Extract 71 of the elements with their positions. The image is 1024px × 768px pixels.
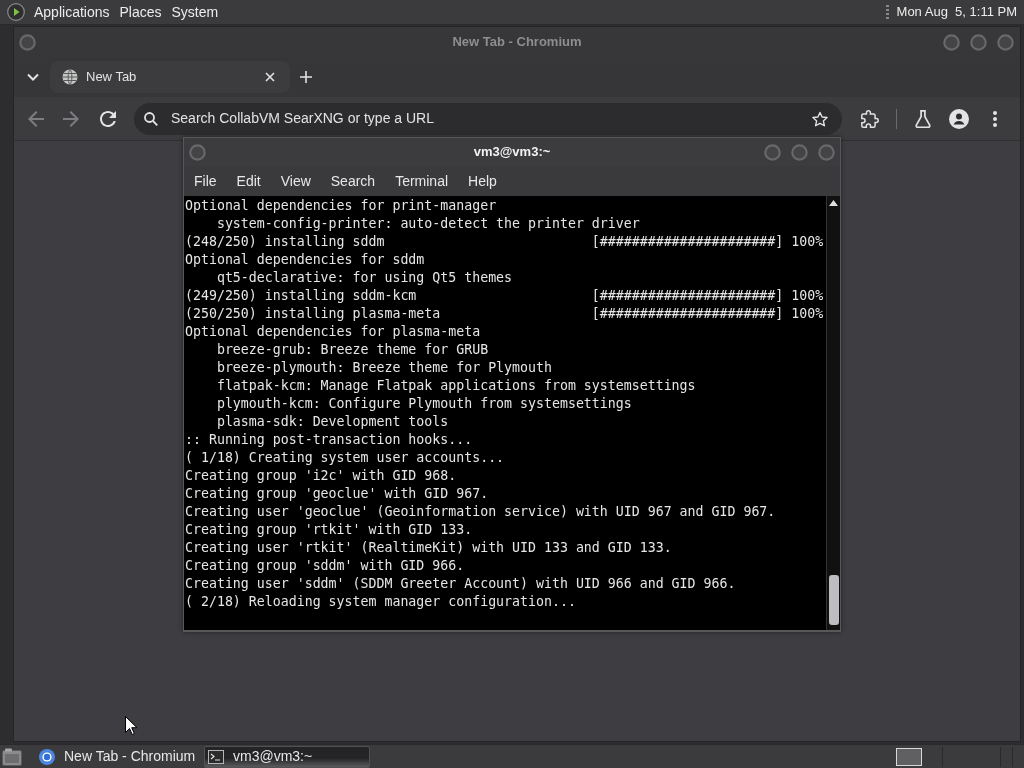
menu-icon bbox=[993, 110, 997, 127]
panel-menu[interactable]: Applications bbox=[29, 1, 115, 23]
browser-icon bbox=[39, 748, 55, 765]
menu-item[interactable]: Terminal bbox=[385, 170, 459, 192]
ring-icon bbox=[790, 143, 808, 161]
menu-item[interactable]: File bbox=[184, 170, 227, 192]
puzzle-icon bbox=[861, 109, 879, 128]
terminal-line: Creating group 'geoclue' with GID 967. bbox=[185, 485, 490, 503]
terminal-line: Creating group 'i2c' with GID 968. bbox=[185, 467, 458, 485]
terminal-line: ( 1/18) Creating system user accounts... bbox=[185, 449, 506, 467]
terminal-line: (248/250) installing sddm [######################] 100% bbox=[185, 233, 825, 251]
address-bar[interactable]: Search CollabVM SearXNG or type a URL bbox=[134, 102, 842, 135]
forward-arrow-icon bbox=[63, 110, 79, 127]
terminal-line: Optional dependencies for print-manager bbox=[185, 197, 498, 215]
ring-icon bbox=[18, 33, 36, 51]
play-circle-icon bbox=[7, 3, 25, 21]
terminal-line: Creating user 'geoclue' (Geoinformation service) with UID 967 and GID 967. bbox=[185, 503, 777, 521]
taskbar-button[interactable]: vm3@vm3:~ bbox=[204, 745, 370, 768]
terminal-line: Creating user 'rtkit' (RealtimeKit) with UID 133 and GID 133. bbox=[185, 539, 673, 557]
clock[interactable]: Mon Aug 5, 1:11 PM bbox=[888, 2, 1017, 22]
terminal-line: plymouth-kcm: Configure Plymouth from systemsettings bbox=[215, 395, 633, 413]
reload-icon bbox=[100, 110, 116, 127]
menu-item[interactable]: Search bbox=[320, 170, 386, 192]
window-title: New Tab - Chromium bbox=[451, 33, 583, 52]
terminal-line: breeze-plymouth: Breeze theme for Plymouth bbox=[215, 359, 553, 377]
ring-icon bbox=[817, 143, 835, 161]
window-title: vm3@vm3:~ bbox=[472, 143, 552, 162]
ring-icon bbox=[942, 33, 960, 51]
plus-icon bbox=[300, 71, 312, 83]
panel-menu[interactable]: Places bbox=[114, 1, 167, 23]
star-icon bbox=[812, 110, 828, 127]
menu-item[interactable]: Help bbox=[458, 170, 507, 192]
browser-tab[interactable]: New Tab bbox=[50, 61, 290, 93]
taskbar-button[interactable]: New Tab - Chromium bbox=[35, 745, 200, 768]
scrollbar[interactable] bbox=[826, 196, 840, 630]
panel-menu[interactable]: System bbox=[166, 1, 224, 23]
search-icon bbox=[144, 111, 158, 126]
menu-item[interactable]: View bbox=[270, 170, 321, 192]
terminal-icon bbox=[208, 749, 224, 764]
terminal-line: Optional dependencies for plasma-meta bbox=[185, 323, 482, 341]
menu-item[interactable]: Edit bbox=[226, 170, 271, 192]
terminal-line: plasma-sdk: Development tools bbox=[215, 413, 450, 431]
chevron-down-icon bbox=[27, 73, 39, 81]
terminal-line: Optional dependencies for sddm bbox=[185, 251, 426, 269]
folder-icon bbox=[2, 747, 22, 766]
ring-icon bbox=[763, 143, 781, 161]
terminal-line: flatpak-kcm: Manage Flatpak applications from systemsettings bbox=[215, 377, 697, 395]
terminal-line: (250/250) installing plasma-meta [######################] 100% bbox=[185, 305, 825, 323]
terminal-line: system-config-printer: auto-detect the printer driver bbox=[215, 215, 641, 233]
back-arrow-icon bbox=[28, 110, 44, 127]
ring-icon bbox=[969, 33, 987, 51]
terminal-line: ( 2/18) Reloading system manager configuration... bbox=[185, 593, 577, 611]
workspace-icon bbox=[896, 747, 922, 766]
terminal-line: Creating group 'rtkit' with GID 133. bbox=[185, 521, 474, 539]
terminal-line: Creating user 'sddm' (SDDM Greeter Account) with UID 966 and GID 966. bbox=[185, 575, 737, 593]
flask-icon bbox=[915, 109, 931, 128]
scroll-up-arrow-icon bbox=[829, 200, 838, 206]
ring-icon bbox=[188, 143, 206, 161]
ring-icon bbox=[996, 33, 1014, 51]
terminal-line: :: Running post-transaction hooks... bbox=[185, 431, 474, 449]
mouse-pointer-icon bbox=[125, 716, 137, 735]
terminal-line: breeze-grub: Breeze theme for GRUB bbox=[215, 341, 490, 359]
globe-icon bbox=[62, 69, 78, 85]
close-icon bbox=[265, 72, 275, 82]
terminal-line: Creating group 'sddm' with GID 966. bbox=[185, 557, 466, 575]
workspace-switcher[interactable] bbox=[893, 745, 925, 768]
drag-handle-icon bbox=[885, 4, 889, 20]
terminal-line: qt5-declarative: for using Qt5 themes bbox=[215, 269, 514, 287]
terminal-line: (249/250) installing sddm-kcm [######################] 100% bbox=[185, 287, 825, 305]
scrollbar-thumb[interactable] bbox=[828, 575, 839, 625]
person-icon bbox=[949, 108, 969, 129]
